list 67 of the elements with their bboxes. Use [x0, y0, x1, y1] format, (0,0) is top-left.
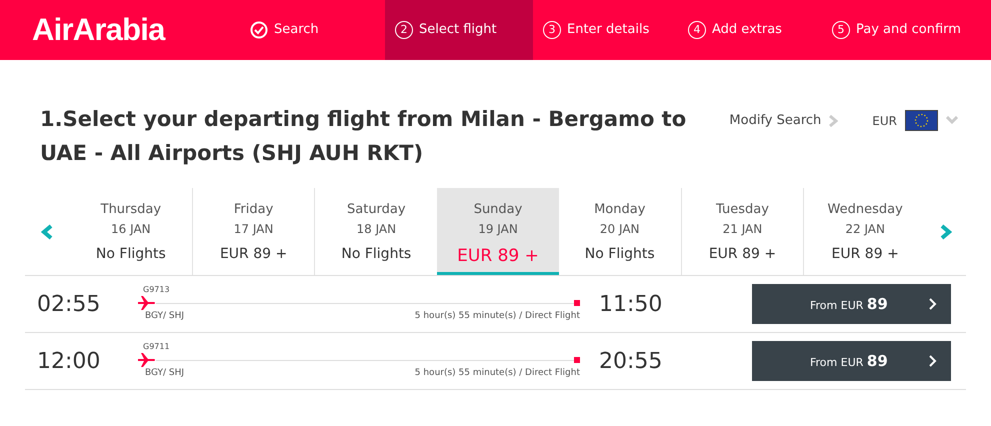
price-label: No Flights — [341, 244, 412, 264]
route-label: BGY/ SHJ — [145, 310, 184, 324]
step-tab[interactable]: Search — [240, 0, 385, 60]
price-label: EUR 89 + — [457, 244, 539, 268]
day-label: Thursday — [100, 201, 162, 219]
price-label: No Flights — [584, 244, 655, 264]
step-label: Enter details — [567, 21, 650, 40]
day-label: Monday — [594, 201, 646, 219]
date-label: 17 JAN — [234, 220, 274, 238]
departure-time: 02:55 — [36, 290, 102, 318]
day-label: Wednesday — [828, 201, 903, 219]
chevron-down-icon[interactable] — [946, 116, 958, 125]
page-heading: 1.Select your departing flight from Milan - Bergamo to UAE - All Airports (SHJ AUH RKT) — [40, 106, 688, 167]
date-label: 22 JAN — [845, 220, 885, 238]
step-tab[interactable]: 2 Select flight — [385, 0, 533, 60]
day-label: Tuesday — [716, 201, 769, 219]
step-tab[interactable]: 4 Add extras — [678, 0, 822, 60]
duration-label: 5 hour(s) 55 minute(s) / Direct Flight — [414, 367, 580, 380]
step-number: 2 — [395, 21, 413, 39]
chevron-right-icon — [929, 298, 937, 310]
airplane-icon — [138, 296, 156, 310]
arrival-time: 20:55 — [598, 348, 664, 376]
date-label: 18 JAN — [356, 220, 396, 238]
date-label: 20 JAN — [600, 220, 640, 238]
step-label: Select flight — [419, 21, 497, 40]
step-number: 5 — [832, 21, 850, 39]
date-tab[interactable]: Sunday 19 JAN EUR 89 + — [437, 188, 559, 275]
step-label: Add extras — [712, 21, 782, 40]
airplane-icon — [138, 353, 156, 368]
date-tab[interactable]: Tuesday 21 JAN EUR 89 + — [680, 188, 804, 275]
chevron-right-icon — [929, 355, 937, 367]
destination-marker-icon — [574, 357, 580, 364]
currency-label[interactable]: EUR — [872, 112, 897, 130]
price-label: EUR 89 + — [708, 244, 776, 264]
modify-search-link[interactable]: Modify Search — [729, 110, 822, 130]
select-fare-button[interactable]: From EUR 89 — [752, 284, 951, 324]
step-label: Pay and confirm — [856, 21, 961, 40]
price-label: EUR 89 + — [832, 244, 899, 264]
departure-time: 12:00 — [36, 348, 102, 376]
date-label: 21 JAN — [722, 220, 762, 238]
date-label: 19 JAN — [478, 220, 518, 238]
step-tab[interactable]: 5 Pay and confirm — [822, 0, 982, 60]
step-tab[interactable]: 3 Enter details — [533, 0, 678, 60]
flight-number: G9711 — [142, 341, 170, 354]
logo[interactable]: AirArabia — [32, 6, 165, 54]
duration-label: 5 hour(s) 55 minute(s) / Direct Flight — [414, 310, 580, 324]
date-tab[interactable]: Monday 20 JAN No Flights — [558, 188, 681, 275]
check-circle-icon — [250, 21, 268, 39]
step-number: 4 — [688, 21, 706, 39]
arrival-time: 11:50 — [598, 290, 664, 318]
destination-marker-icon — [574, 300, 580, 306]
day-label: Saturday — [347, 201, 406, 219]
date-tab[interactable]: Friday 17 JAN EUR 89 + — [192, 188, 314, 275]
eu-flag-icon — [905, 110, 938, 131]
price-label: No Flights — [96, 244, 166, 264]
chevron-right-icon — [829, 114, 838, 126]
step-label: Search — [274, 21, 319, 40]
select-fare-button[interactable]: From EUR 89 — [752, 341, 951, 381]
date-tab[interactable]: Wednesday 22 JAN EUR 89 + — [803, 188, 926, 275]
day-label: Sunday — [474, 201, 522, 219]
day-label: Friday — [234, 201, 274, 219]
date-tab[interactable]: Thursday 16 JAN No Flights — [70, 188, 192, 275]
route-label: BGY/ SHJ — [145, 367, 184, 380]
step-number: 3 — [543, 21, 561, 39]
price-label: EUR 89 + — [220, 244, 288, 264]
flight-number: G9713 — [142, 284, 170, 296]
date-label: 16 JAN — [111, 220, 151, 238]
